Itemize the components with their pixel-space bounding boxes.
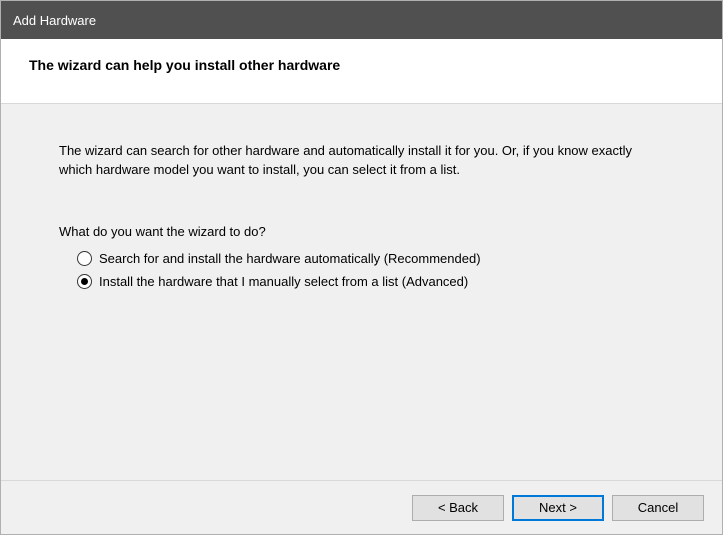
- question-text: What do you want the wizard to do?: [59, 224, 664, 239]
- add-hardware-window: Add Hardware The wizard can help you ins…: [0, 0, 723, 535]
- radio-icon: [77, 274, 92, 289]
- option-manual[interactable]: Install the hardware that I manually sel…: [77, 274, 664, 289]
- titlebar: Add Hardware: [1, 1, 722, 39]
- cancel-button[interactable]: Cancel: [612, 495, 704, 521]
- radio-icon: [77, 251, 92, 266]
- intro-text: The wizard can search for other hardware…: [59, 142, 664, 180]
- window-title: Add Hardware: [13, 13, 96, 28]
- option-auto[interactable]: Search for and install the hardware auto…: [77, 251, 664, 266]
- next-button[interactable]: Next >: [512, 495, 604, 521]
- option-manual-label: Install the hardware that I manually sel…: [99, 274, 468, 289]
- option-auto-label: Search for and install the hardware auto…: [99, 251, 481, 266]
- back-button[interactable]: < Back: [412, 495, 504, 521]
- wizard-content: The wizard can search for other hardware…: [1, 104, 722, 480]
- wizard-heading: The wizard can help you install other ha…: [29, 57, 702, 73]
- wizard-header: The wizard can help you install other ha…: [1, 39, 722, 104]
- options-group: Search for and install the hardware auto…: [59, 251, 664, 289]
- wizard-footer: < Back Next > Cancel: [1, 480, 722, 534]
